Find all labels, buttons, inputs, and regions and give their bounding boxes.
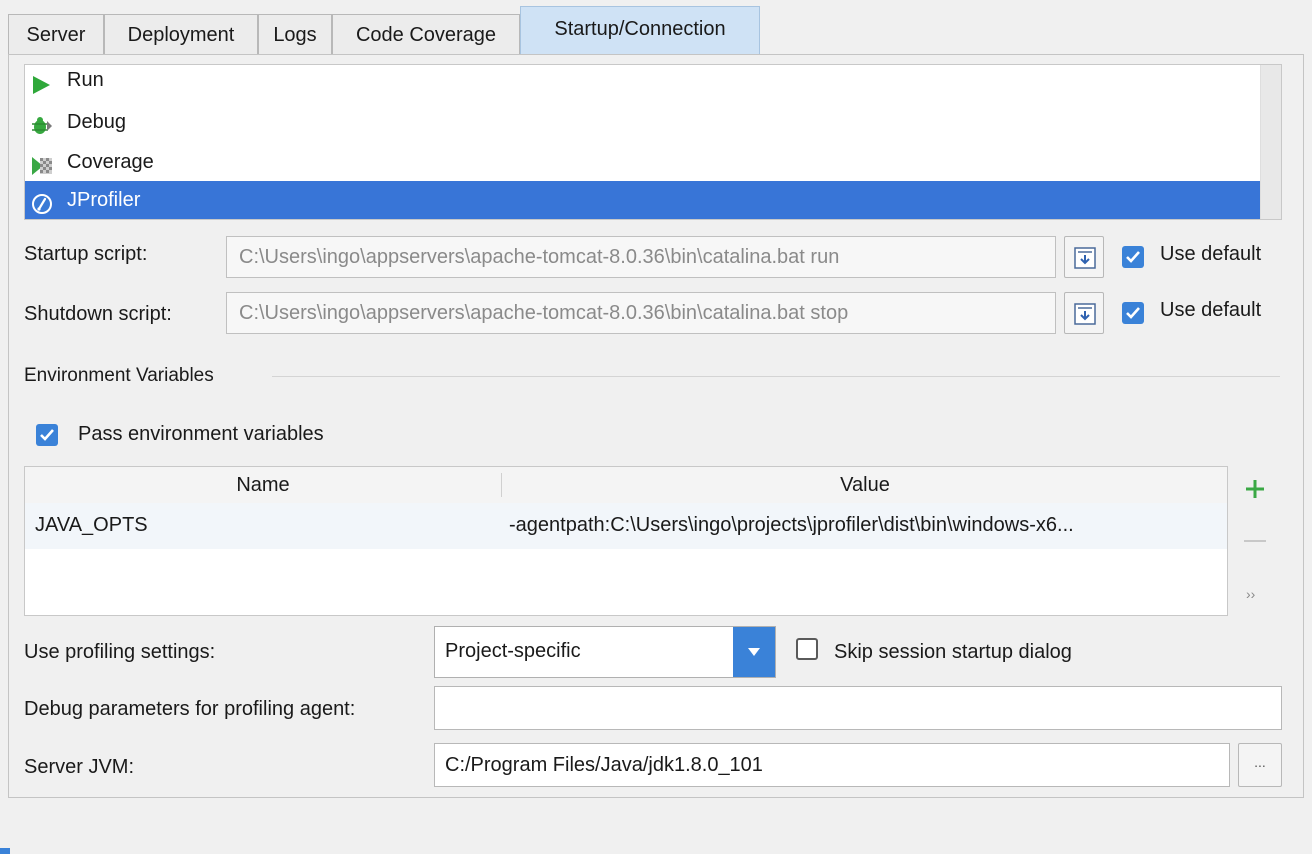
startup-script-field[interactable]: C:\Users\ingo\appservers\apache-tomcat-8… (226, 236, 1056, 278)
shutdown-use-default-checkbox[interactable] (1122, 302, 1144, 324)
shutdown-script-browse-button[interactable] (1064, 292, 1104, 334)
cut-off-checkbox[interactable] (0, 848, 10, 854)
shutdown-use-default-label: Use default (1160, 299, 1262, 321)
column-header-name[interactable]: Name (25, 467, 501, 503)
startup-use-default-checkbox[interactable] (1122, 246, 1144, 268)
skip-startup-dialog-label: Skip session startup dialog (834, 641, 1072, 663)
env-section-title: Environment Variables (24, 365, 214, 386)
table-row[interactable]: JAVA_OPTS -agentpath:C:\Users\ingo\proje… (25, 503, 1227, 549)
mode-label: Coverage (67, 151, 154, 173)
insert-file-icon (1074, 247, 1096, 275)
debug-params-input[interactable] (434, 686, 1282, 730)
shutdown-script-field[interactable]: C:\Users\ingo\appservers\apache-tomcat-8… (226, 292, 1056, 334)
mode-item-coverage[interactable]: Coverage (25, 143, 1261, 181)
mode-label: Run (67, 69, 104, 91)
pass-env-checkbox[interactable] (36, 424, 58, 446)
tab-bar: Server Deployment Logs Code Coverage Sta… (8, 6, 1312, 54)
env-table[interactable]: Name Value JAVA_OPTS -agentpath:C:\Users… (24, 466, 1228, 616)
remove-variable-button[interactable] (1244, 540, 1266, 542)
column-header-value[interactable]: Value (502, 467, 1228, 503)
jprofiler-icon (31, 190, 52, 214)
debug-params-label: Debug parameters for profiling agent: (24, 698, 356, 720)
insert-file-icon (1074, 303, 1096, 331)
add-variable-button[interactable] (1244, 478, 1266, 506)
pass-env-label: Pass environment variables (78, 423, 324, 445)
startup-script-label: Startup script: (24, 243, 148, 265)
profiling-settings-select[interactable]: Project-specific (434, 626, 776, 678)
env-name-cell[interactable]: JAVA_OPTS (35, 503, 495, 547)
startup-use-default-label: Use default (1160, 243, 1262, 265)
skip-startup-dialog-checkbox[interactable] (796, 638, 818, 660)
mode-item-run[interactable]: Run (25, 65, 1261, 99)
coverage-icon (31, 152, 52, 175)
mode-label: Debug (67, 111, 126, 133)
env-value-cell[interactable]: -agentpath:C:\Users\ingo\projects\jprofi… (509, 503, 1221, 547)
mode-label: JProfiler (67, 189, 141, 211)
server-jvm-browse-button[interactable]: ... (1238, 743, 1282, 787)
server-jvm-input[interactable]: C:/Program Files/Java/jdk1.8.0_101 (434, 743, 1230, 787)
tab-deployment[interactable]: Deployment (104, 14, 258, 54)
mode-item-debug[interactable]: Debug (25, 103, 1261, 141)
profiling-settings-value: Project-specific (445, 640, 581, 662)
tab-startup-connection[interactable]: Startup/Connection (520, 6, 760, 54)
shutdown-script-label: Shutdown script: (24, 303, 172, 325)
tab-server[interactable]: Server (8, 14, 104, 54)
plus-icon (1244, 480, 1266, 505)
mode-item-jprofiler[interactable]: JProfiler (25, 181, 1261, 219)
server-jvm-label: Server JVM: (24, 756, 135, 778)
startup-script-browse-button[interactable] (1064, 236, 1104, 278)
debug-icon (31, 112, 52, 134)
profiling-settings-label: Use profiling settings: (24, 641, 216, 663)
tab-code-coverage[interactable]: Code Coverage (332, 14, 520, 54)
chevron-down-icon[interactable] (733, 627, 775, 677)
table-header: Name Value (25, 467, 1227, 504)
run-icon (31, 70, 51, 94)
mode-list-scrollbar[interactable] (1260, 65, 1281, 219)
more-actions-button[interactable]: ›› (1246, 586, 1255, 602)
tab-logs[interactable]: Logs (258, 14, 332, 54)
mode-list[interactable]: Run Debug Coverage JProfiler (24, 64, 1282, 220)
section-divider (272, 376, 1280, 377)
